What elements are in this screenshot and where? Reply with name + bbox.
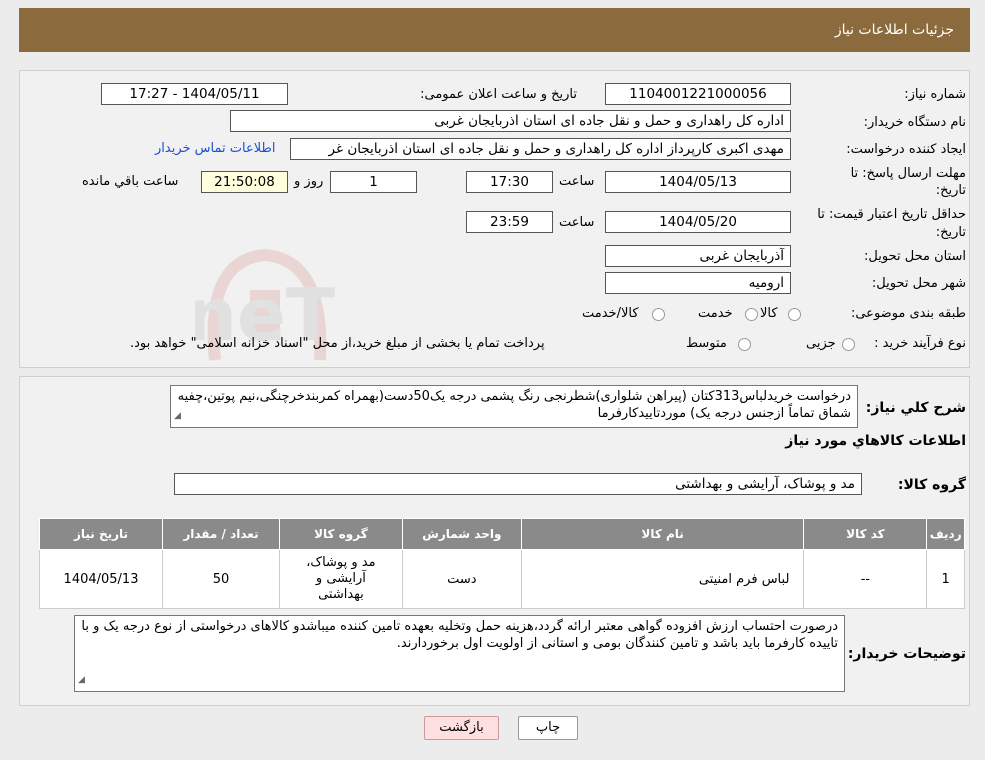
goods-table-header: رديف کد کالا نام کالا واحد شمارش گروه کا…: [38, 518, 965, 550]
need-number-field: 1104001221000056: [605, 83, 791, 105]
process-option-medium: متوسط: [686, 336, 727, 351]
description-text: درخواست خریدلباس313کتان (پیراهن شلواری)ش…: [177, 389, 851, 421]
resize-grip-icon[interactable]: ◢: [174, 408, 181, 425]
requester-field: مهدی اکبری کارپرداز اداره کل راهداری و ح…: [290, 138, 791, 160]
buyer-org-label: نام دستگاه خریدار:: [863, 115, 966, 130]
days-label: روز و: [294, 174, 324, 189]
goods-group-field: مد و پوشاک، آرایشی و بهداشتی: [174, 473, 862, 495]
province-label: استان محل تحویل:: [864, 249, 966, 264]
buyer-notes-text: درصورت احتساب ارزش افزوده گواهی معتبر ار…: [81, 619, 838, 651]
reply-date-field: 1404/05/13: [605, 171, 791, 193]
buyer-notes-label: توضیحات خریدار:: [847, 646, 966, 662]
price-validity-label: حداقل تاریخ اعتبار قیمت: تا: [817, 207, 966, 222]
col-code: کد کالا: [803, 518, 928, 550]
buyer-org-field: اداره کل راهداری و حمل و نقل جاده ای است…: [230, 110, 791, 132]
process-label: نوع فرآیند خرید :: [874, 336, 966, 351]
cell-name: لباس فرم امنیتی: [520, 549, 805, 609]
remaining-days-field: 1: [330, 171, 417, 193]
goods-section-title: اطلاعات کالاهاي مورد نياز: [785, 433, 966, 449]
category-option-service: خدمت: [698, 306, 733, 321]
buyer-contact-link[interactable]: اطلاعات تماس خریدار: [155, 141, 275, 156]
remaining-time-label: ساعت باقي مانده: [82, 174, 179, 189]
page-header: جزئیات اطلاعات نیاز: [19, 8, 970, 52]
col-need-date: تاريخ نياز: [38, 518, 164, 550]
col-unit: واحد شمارش: [401, 518, 522, 550]
cell-unit: دست: [401, 549, 522, 609]
col-row: رديف: [926, 518, 965, 550]
price-validity-label-2: تاریخ:: [935, 225, 966, 240]
cell-row: 1: [926, 549, 965, 609]
cell-group: مد و پوشاک، آرایشی و بهداشتی: [278, 549, 403, 609]
process-option-minor: جزیی: [806, 336, 836, 351]
description-label: شرح کلي نياز:: [865, 400, 966, 416]
col-name: نام کالا: [520, 518, 805, 550]
reply-deadline-label: مهلت ارسال پاسخ: تا: [850, 166, 966, 181]
cell-need-date: 1404/05/13: [38, 549, 164, 609]
category-radio-goods[interactable]: [788, 308, 801, 321]
city-field: ارومیه: [605, 272, 791, 294]
cell-quantity: 50: [162, 549, 280, 609]
remaining-time-field: 21:50:08: [201, 171, 288, 193]
table-row: 1 -- لباس فرم امنیتی دست مد و پوشاک، آرا…: [38, 549, 965, 609]
category-option-goods-service: کالا/خدمت: [582, 306, 639, 321]
announce-datetime-field: 1404/05/11 - 17:27: [101, 83, 288, 105]
process-note: پرداخت تمام یا بخشی از مبلغ خرید،از محل …: [130, 336, 545, 351]
need-number-label: شماره نیاز:: [904, 87, 966, 102]
page-title: جزئیات اطلاعات نیاز: [834, 22, 954, 38]
col-quantity: تعداد / مقدار: [162, 518, 280, 550]
back-button[interactable]: بازگشت: [424, 716, 499, 740]
category-radio-goods-service[interactable]: [652, 308, 665, 321]
reply-time-field: 17:30: [466, 171, 553, 193]
requester-label: ایجاد کننده درخواست:: [846, 142, 966, 157]
col-group: گروه کالا: [278, 518, 403, 550]
category-radio-service[interactable]: [745, 308, 758, 321]
announce-label: تاریخ و ساعت اعلان عمومی:: [420, 87, 577, 102]
price-validity-date-field: 1404/05/20: [605, 211, 791, 233]
reply-deadline-label-2: تاریخ:: [935, 183, 966, 198]
price-time-label: ساعت: [559, 215, 595, 230]
process-radio-medium[interactable]: [738, 338, 751, 351]
province-field: آذربایجان غربی: [605, 245, 791, 267]
resize-grip-icon[interactable]: ◢: [78, 672, 85, 689]
cell-code: --: [803, 549, 928, 609]
description-textarea[interactable]: درخواست خریدلباس313کتان (پیراهن شلواری)ش…: [170, 385, 858, 428]
buyer-notes-textarea[interactable]: درصورت احتساب ارزش افزوده گواهی معتبر ار…: [74, 615, 845, 692]
city-label: شهر محل تحویل:: [871, 276, 966, 291]
goods-group-label: گروه کالا:: [897, 477, 966, 493]
price-validity-time-field: 23:59: [466, 211, 553, 233]
category-option-goods: کالا: [760, 306, 778, 321]
process-radio-minor[interactable]: [842, 338, 855, 351]
print-button[interactable]: چاپ: [518, 716, 578, 740]
category-label: طبقه بندی موضوعی:: [850, 306, 966, 321]
reply-time-label: ساعت: [559, 174, 595, 189]
goods-table: رديف کد کالا نام کالا واحد شمارش گروه کا…: [38, 518, 965, 609]
